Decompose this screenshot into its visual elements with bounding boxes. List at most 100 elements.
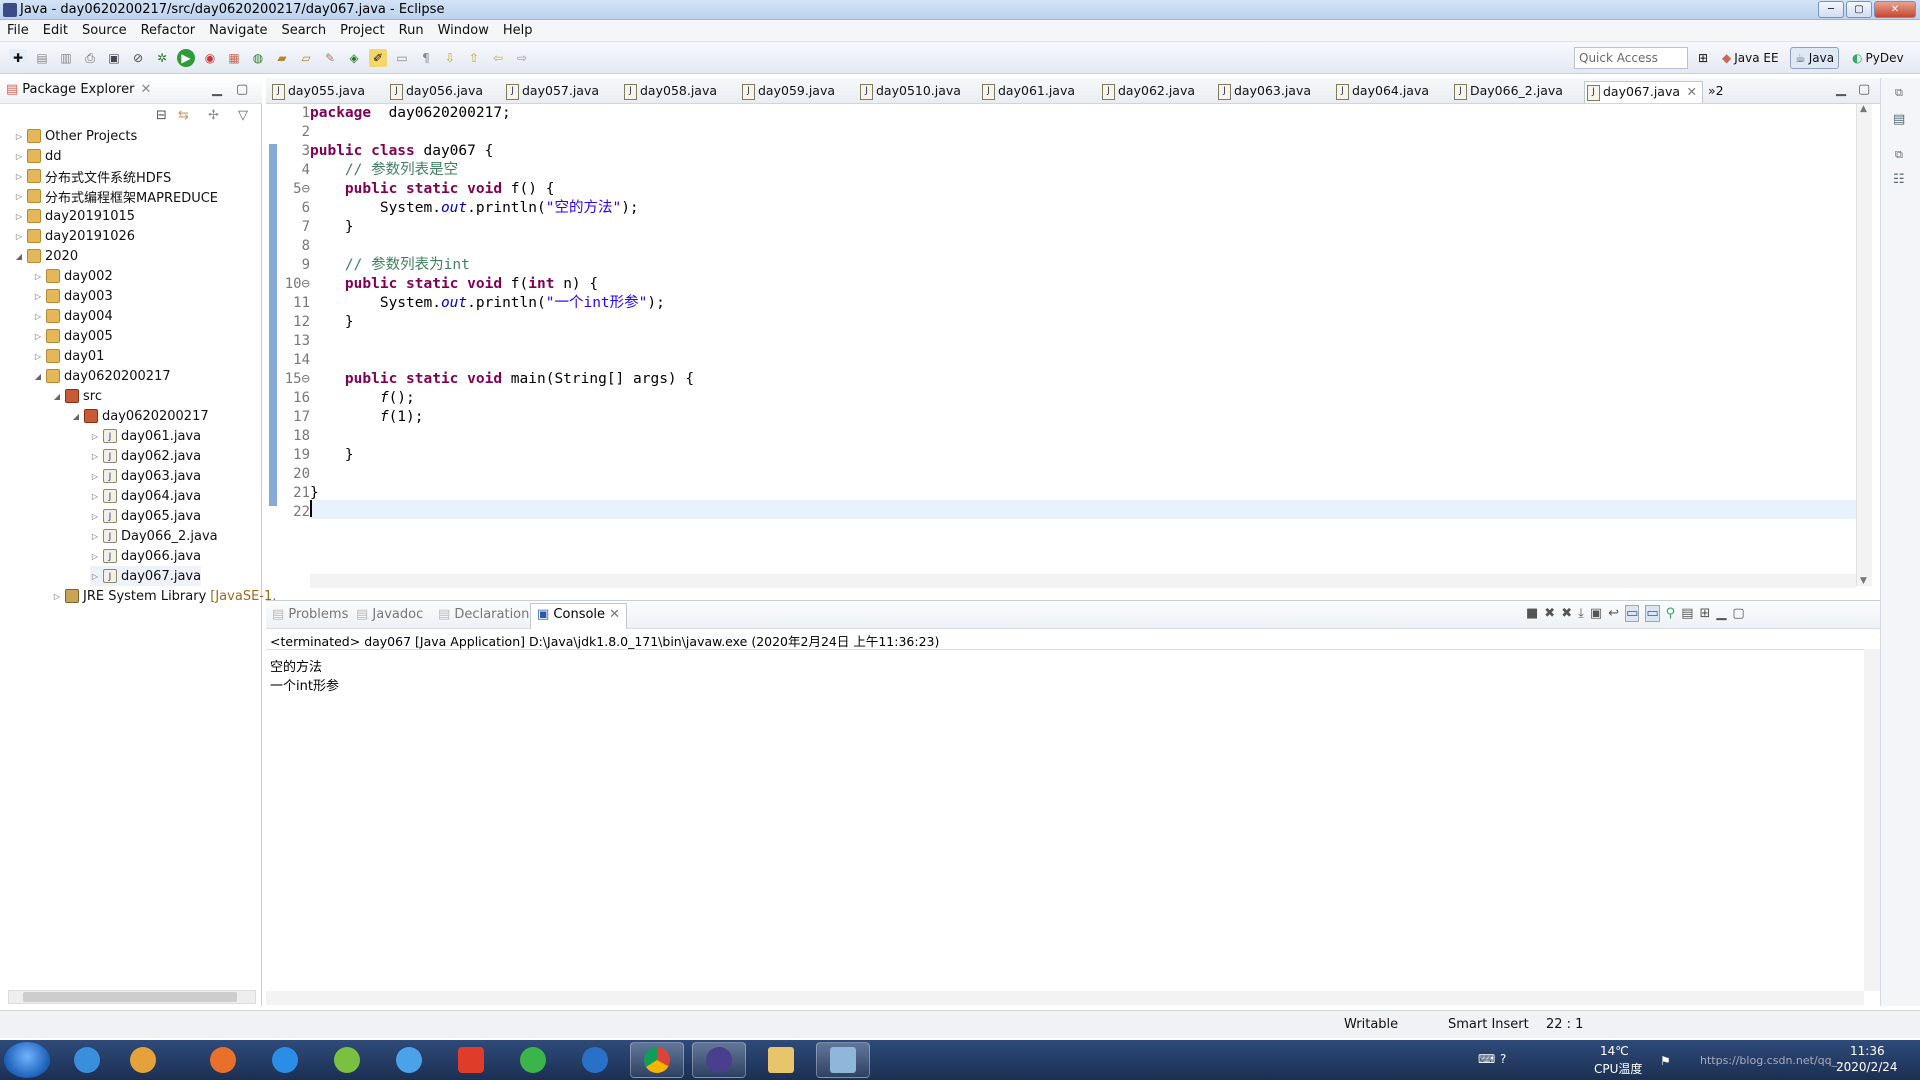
terminate-icon[interactable]: ■ (1526, 606, 1538, 621)
open-folder-icon[interactable]: ▱ (297, 49, 315, 67)
code-line[interactable]: public static void f() { (310, 180, 555, 199)
perspective-java[interactable]: ☕ Java (1790, 47, 1840, 69)
scroll-lock-icon[interactable]: ⤓ (1578, 606, 1584, 621)
console-vscroll[interactable] (1864, 649, 1880, 991)
baidu-taskbar-icon[interactable] (258, 1042, 312, 1078)
remove-launch-icon[interactable]: ✖ (1544, 606, 1555, 621)
annotation-icon[interactable]: ◈ (345, 49, 363, 67)
collapsed-arrow-icon[interactable]: ▷ (90, 452, 100, 461)
app-taskbar-icon[interactable] (116, 1042, 170, 1078)
code-line[interactable]: f(1); (310, 408, 424, 427)
minimize-console-icon[interactable]: ▁ (1716, 606, 1726, 621)
save-all-icon[interactable]: ▥ (57, 49, 75, 67)
collapsed-arrow-icon[interactable]: ▷ (90, 432, 100, 441)
collapsed-arrow-icon[interactable]: ▷ (90, 512, 100, 521)
expanded-arrow-icon[interactable]: ◢ (52, 392, 62, 401)
minimize-view-icon[interactable]: ▁ (212, 82, 222, 97)
menu-edit[interactable]: Edit (36, 20, 75, 42)
tree-item[interactable]: ▷ Jday066.java (90, 546, 201, 566)
code-line[interactable]: public static void f(int n) { (310, 275, 598, 294)
code-line[interactable]: f(); (310, 389, 415, 408)
print-icon[interactable]: ⎙ (81, 49, 99, 67)
show-whitespace-icon[interactable]: ¶ (417, 49, 435, 67)
tree-item[interactable]: ▷ day01 (33, 346, 105, 366)
pin-console-icon[interactable]: ⚲ (1666, 606, 1676, 621)
menu-refactor[interactable]: Refactor (134, 20, 203, 42)
display-console-icon[interactable]: ▤ (1681, 606, 1693, 621)
maximize-button[interactable]: ▢ (1846, 1, 1872, 18)
chrome-taskbar-icon[interactable] (630, 1042, 684, 1078)
task-list-icon[interactable]: ▤ (1893, 112, 1905, 127)
new-package-icon[interactable]: ▦ (225, 49, 243, 67)
cloud-taskbar-icon[interactable] (382, 1042, 436, 1078)
tree-item[interactable]: ▷ 分布式文件系统HDFS (14, 166, 171, 186)
code-line[interactable]: public static void main(String[] args) { (310, 370, 694, 389)
editor-tab[interactable]: day056.java (388, 81, 483, 103)
menu-help[interactable]: Help (496, 20, 540, 42)
close-button[interactable]: ✕ (1874, 1, 1916, 18)
editor-hscroll[interactable] (310, 574, 1856, 588)
run-icon[interactable]: ▶ (177, 48, 195, 67)
collapsed-arrow-icon[interactable]: ▷ (33, 292, 43, 301)
expanded-arrow-icon[interactable]: ◢ (14, 252, 24, 261)
new-icon[interactable]: ✚ (9, 48, 27, 67)
tree-item[interactable]: ▷ JRE System Library [JavaSE-1. (52, 586, 276, 606)
coverage-icon[interactable]: ◉ (201, 49, 219, 67)
tab-problems[interactable]: ▤ Problems (272, 607, 348, 622)
collapsed-arrow-icon[interactable]: ▷ (90, 532, 100, 541)
code-line[interactable]: System.out.println("空的方法"); (310, 199, 639, 218)
debug-icon[interactable]: ✲ (153, 49, 171, 67)
quick-access-input[interactable]: Quick Access (1574, 47, 1688, 69)
scroll-thumb[interactable] (23, 992, 237, 1002)
open-console-icon[interactable]: ⊞ (1699, 606, 1710, 621)
expanded-arrow-icon[interactable]: ◢ (71, 412, 81, 421)
tree-item[interactable]: ▷ 分布式编程框架MAPREDUCE (14, 186, 218, 206)
ie2-taskbar-icon[interactable] (568, 1042, 622, 1078)
editor-tab[interactable]: day062.java (1100, 81, 1195, 103)
tree-item[interactable]: ▷ day20191015 (14, 206, 135, 226)
code-line[interactable]: package day0620200217; (310, 104, 511, 123)
tree-item[interactable]: ◢ src (52, 386, 102, 406)
new-class-icon[interactable]: ◍ (249, 49, 267, 67)
prev-annotation-icon[interactable]: ⇧ (465, 49, 483, 67)
youdao-taskbar-icon[interactable] (444, 1042, 498, 1078)
scroll-up-icon[interactable]: ▲ (1860, 104, 1867, 114)
close-tab-icon[interactable]: ✕ (605, 607, 620, 622)
editor-tab[interactable]: day055.java (270, 81, 365, 103)
code-line[interactable]: public class day067 { (310, 142, 493, 161)
tree-item[interactable]: ▷ day20191026 (14, 226, 135, 246)
browser-taskbar-icon[interactable] (320, 1042, 374, 1078)
tab-declaration[interactable]: ▤ Declaration (438, 607, 529, 622)
collapsed-arrow-icon[interactable]: ▷ (90, 552, 100, 561)
next-annotation-icon[interactable]: ⇩ (441, 49, 459, 67)
collapsed-arrow-icon[interactable]: ▷ (90, 472, 100, 481)
code-line[interactable]: } (310, 446, 354, 465)
outline-icon[interactable]: ☷ (1893, 172, 1905, 187)
code-editor[interactable]: 1 2 3 4 5⊖ 6 7 8 9 10⊖ 11 12 13 14 15⊖ 16 17 18 19 20 21 22 p… (266, 104, 1856, 586)
code-line[interactable]: // 参数列表是空 (310, 161, 458, 180)
ie-taskbar-icon[interactable] (60, 1042, 114, 1078)
editor-vscroll[interactable]: ▲ ▼ (1856, 104, 1872, 586)
back-icon[interactable]: ⇦ (489, 49, 507, 67)
terminal-icon[interactable]: ▣ (105, 49, 123, 67)
search-icon[interactable]: ✎ (321, 49, 339, 67)
collapsed-arrow-icon[interactable]: ▷ (90, 492, 100, 501)
menu-window[interactable]: Window (431, 20, 496, 42)
clock-date[interactable]: 2020/2/24 (1836, 1060, 1898, 1074)
clear-console-icon[interactable]: ▣ (1590, 606, 1602, 621)
show-on-output-icon[interactable]: ▭ (1625, 605, 1640, 622)
editor-tab[interactable]: day067.java ✕ (1584, 81, 1704, 103)
tree-item[interactable]: ▷ Jday067.java (90, 566, 202, 586)
collapsed-arrow-icon[interactable]: ▷ (14, 232, 24, 241)
firefox-taskbar-icon[interactable] (196, 1042, 250, 1078)
collapsed-arrow-icon[interactable]: ▷ (33, 312, 43, 321)
editor-tab[interactable]: day064.java (1334, 81, 1429, 103)
expanded-arrow-icon[interactable]: ◢ (33, 372, 43, 381)
scroll-down-icon[interactable]: ▼ (1860, 576, 1867, 586)
save-icon[interactable]: ▤ (33, 49, 51, 67)
restore-icon-2[interactable]: ⧉ (1895, 148, 1903, 162)
collapsed-arrow-icon[interactable]: ▷ (33, 352, 43, 361)
close-tab-icon[interactable]: ✕ (1687, 82, 1697, 102)
minimize-editor-icon[interactable]: ▁ (1836, 82, 1846, 97)
tree-item[interactable]: ▷ Other Projects (14, 126, 137, 146)
